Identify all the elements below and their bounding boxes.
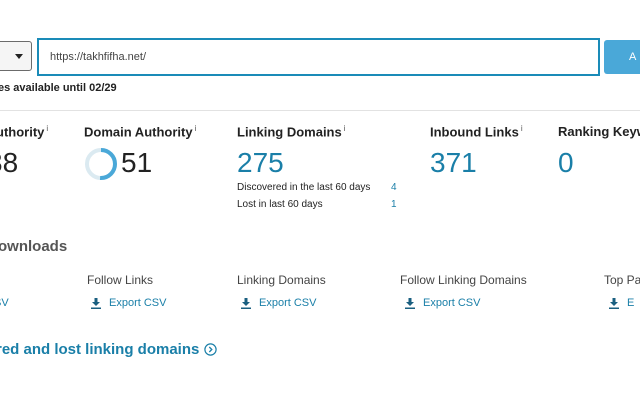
discovered-lost-domains-link[interactable]: red and lost linking domains [0,341,218,358]
info-icon[interactable]: i [46,124,48,133]
downloads-heading: ownloads [0,238,68,255]
lost-label: Lost in last 60 days [237,199,323,210]
chevron-down-icon [15,53,23,59]
inbound-links-value[interactable]: 371 [430,147,477,179]
analyze-button[interactable]: A [604,40,640,74]
download-label: Follow Links [87,273,154,287]
discovered-label: Discovered in the last 60 days [237,182,371,193]
linking-domains-title: Linking Domains i [237,124,346,139]
download-icon [241,297,251,309]
lost-value[interactable]: 1 [391,199,397,210]
download-label: Linking Domains [237,273,326,287]
ranking-keywords-value[interactable]: 0 [558,147,574,179]
inbound-links-label: Inbound Links [430,124,519,140]
download-icon [405,297,415,309]
export-csv-label: Export CSV [259,297,317,309]
download-label: Follow Linking Domains [400,273,527,287]
info-icon[interactable]: i [344,124,346,133]
download-icon [91,297,101,309]
page-authority-label: uthority [0,124,45,140]
download-icon [609,297,619,309]
domain-authority-gauge [85,148,117,180]
scope-dropdown[interactable]: e [0,41,32,71]
page-authority-value: 38 [0,147,19,178]
info-icon[interactable]: i [195,124,197,133]
url-input[interactable] [37,38,600,76]
download-label: Top Pa [604,273,640,287]
export-csv-link[interactable]: Export CSV [91,297,166,309]
export-csv-link[interactable]: SV [0,297,9,309]
inbound-links-title: Inbound Links i [430,124,523,139]
discovered-lost-domains-label: red and lost linking domains [0,341,200,358]
export-csv-label: SV [0,297,9,309]
export-csv-link[interactable]: Export CSV [405,297,480,309]
info-icon[interactable]: i [521,124,523,133]
divider [0,110,640,111]
availability-text: es available until 02/29 [0,82,117,94]
export-csv-link[interactable]: Export CSV [241,297,316,309]
domain-authority-label: Domain Authority [84,124,193,140]
export-csv-label: Export CSV [423,297,481,309]
page-authority-title: uthority i [0,124,48,139]
discovered-value[interactable]: 4 [391,182,397,193]
chevron-right-circle-icon [204,343,218,356]
linking-domains-label: Linking Domains [237,124,342,140]
export-csv-label: Export CSV [109,297,167,309]
export-csv-link[interactable]: E [609,297,634,309]
ranking-keywords-title: Ranking Keyw [558,124,640,139]
export-csv-label: E [627,297,635,309]
domain-authority-value: 51 [121,147,153,178]
domain-authority-title: Domain Authority i [84,124,196,139]
linking-domains-value[interactable]: 275 [237,147,284,179]
